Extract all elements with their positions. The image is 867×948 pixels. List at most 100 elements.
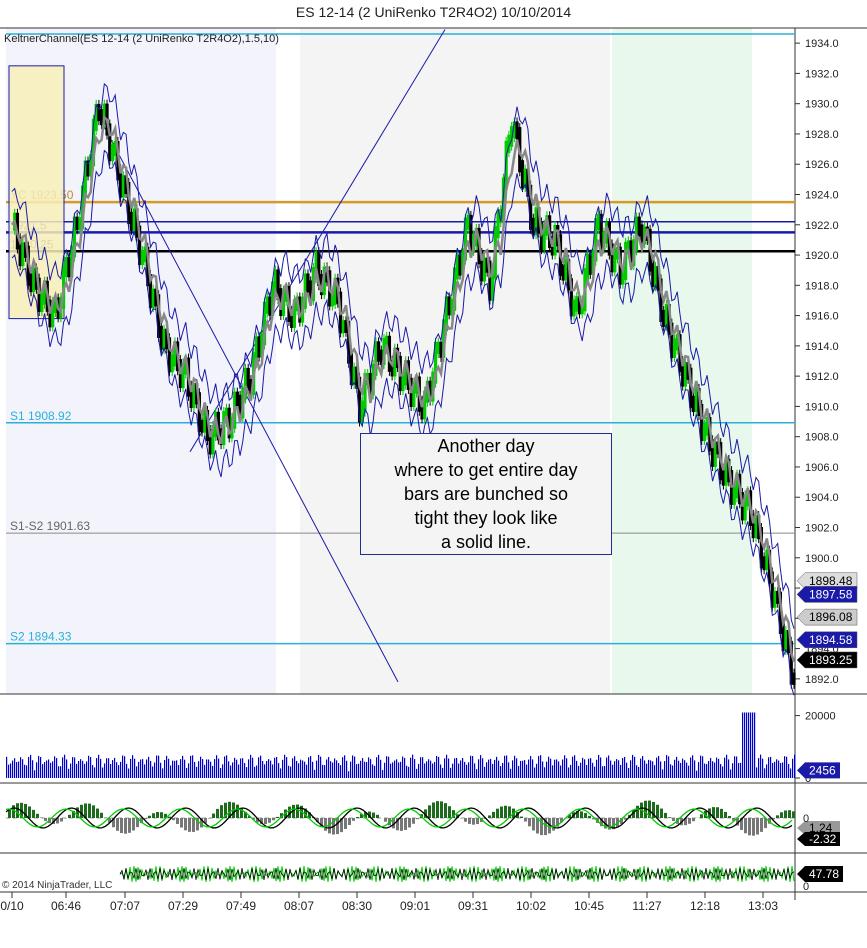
annotation-line: bars are bunched so bbox=[403, 484, 569, 504]
volume-bar bbox=[500, 766, 502, 778]
volume-bar bbox=[666, 755, 668, 778]
volume-bar bbox=[92, 764, 94, 778]
volume-bar bbox=[118, 765, 120, 778]
volume-bar bbox=[526, 764, 528, 778]
volume-bar bbox=[422, 757, 424, 778]
volume-bar bbox=[64, 754, 66, 778]
oscillator-bar bbox=[432, 802, 435, 818]
volume-bar bbox=[462, 757, 464, 778]
oscillator-bar bbox=[172, 818, 175, 821]
oscillator-bar bbox=[536, 818, 539, 834]
volume-bar bbox=[424, 763, 426, 778]
oscillator-bar bbox=[444, 803, 447, 818]
volume-tick-label: 20000 bbox=[805, 711, 836, 723]
volume-bar bbox=[532, 759, 534, 778]
oscillator-bar bbox=[636, 805, 639, 818]
volume-bar bbox=[212, 765, 214, 778]
oscillator-bar bbox=[608, 818, 611, 830]
volume-bar bbox=[110, 763, 112, 778]
volume-bar bbox=[112, 760, 114, 778]
volume-bar bbox=[616, 759, 618, 778]
oscillator-bar bbox=[128, 818, 131, 833]
oscillator-bar bbox=[744, 818, 747, 834]
volume-bar bbox=[768, 757, 770, 778]
volume-bar bbox=[642, 756, 644, 778]
oscillator-bar bbox=[16, 803, 19, 818]
volume-bar bbox=[376, 757, 378, 778]
volume-bar bbox=[266, 761, 268, 778]
volume-bar bbox=[484, 766, 486, 778]
volume-bar bbox=[228, 761, 230, 778]
volume-bar bbox=[446, 754, 448, 778]
volume-bar bbox=[490, 758, 492, 778]
oscillator-bar bbox=[100, 812, 103, 818]
volume-bar bbox=[14, 758, 16, 778]
oscillator-bar bbox=[752, 818, 755, 836]
volume-bar bbox=[406, 765, 408, 778]
oscillator-bar bbox=[688, 818, 691, 824]
oscillator-bar bbox=[580, 811, 583, 818]
volume-bar bbox=[206, 759, 208, 778]
volume-bar bbox=[726, 754, 728, 778]
oscillator-bar bbox=[660, 808, 663, 818]
oscillator-bar bbox=[148, 815, 151, 818]
volume-bar bbox=[512, 760, 514, 778]
oscillator-bar bbox=[488, 815, 491, 818]
volume-bar bbox=[88, 755, 90, 778]
volume-bar bbox=[102, 767, 104, 778]
volume-bar bbox=[504, 755, 506, 778]
volume-bar bbox=[474, 763, 476, 778]
volume-bar bbox=[202, 759, 204, 778]
volume-bar bbox=[334, 758, 336, 778]
volume-bar bbox=[786, 756, 788, 778]
oscillator-bar bbox=[336, 818, 339, 835]
volume-bar bbox=[276, 757, 278, 778]
volume-bar bbox=[180, 759, 182, 778]
volume-bar bbox=[292, 758, 294, 778]
volume-bar bbox=[210, 761, 212, 778]
oscillator-bar bbox=[408, 818, 411, 828]
volume-bar bbox=[196, 766, 198, 778]
volume-bar bbox=[100, 758, 102, 778]
volume-bar bbox=[508, 762, 510, 778]
volume-bar bbox=[236, 759, 238, 778]
volume-bar bbox=[82, 760, 84, 778]
volume-bar bbox=[10, 763, 12, 778]
volume-bar bbox=[338, 762, 340, 778]
volume-bar bbox=[592, 762, 594, 778]
volume-bar bbox=[318, 754, 320, 778]
oscillator-bar bbox=[584, 813, 587, 818]
volume-bar bbox=[166, 755, 168, 778]
volume-bar bbox=[672, 765, 674, 778]
volume-bar bbox=[346, 760, 348, 778]
oscillator-bar bbox=[296, 804, 299, 818]
oscillator-bar bbox=[496, 808, 499, 818]
y-tick-label: 1914.0 bbox=[805, 341, 839, 353]
volume-bar bbox=[332, 762, 334, 778]
volume-bar bbox=[416, 768, 418, 778]
oscillator-bar bbox=[44, 818, 47, 821]
oscillator-bar bbox=[208, 818, 211, 819]
volume-bar bbox=[732, 763, 734, 778]
volume-bar bbox=[204, 764, 206, 778]
volume-bar bbox=[138, 761, 140, 778]
oscillator-bar bbox=[700, 814, 703, 818]
oscillator-bar bbox=[448, 806, 451, 818]
volume-bar bbox=[466, 764, 468, 778]
volume-bar bbox=[56, 758, 58, 778]
volume-bar bbox=[578, 765, 580, 778]
volume-bar bbox=[762, 758, 764, 778]
volume-bar bbox=[356, 764, 358, 778]
volume-bar bbox=[66, 759, 68, 778]
volume-bar bbox=[418, 763, 420, 778]
oscillator-bar bbox=[184, 818, 187, 831]
volume-bar bbox=[230, 765, 232, 778]
volume-bar bbox=[634, 756, 636, 778]
volume-bar bbox=[246, 767, 248, 778]
oscillator-bar bbox=[532, 818, 535, 831]
volume-bar bbox=[58, 766, 60, 778]
volume-bar bbox=[414, 759, 416, 778]
volume-bar bbox=[622, 758, 624, 778]
volume-bar bbox=[256, 765, 258, 778]
volume-bar bbox=[240, 758, 242, 778]
